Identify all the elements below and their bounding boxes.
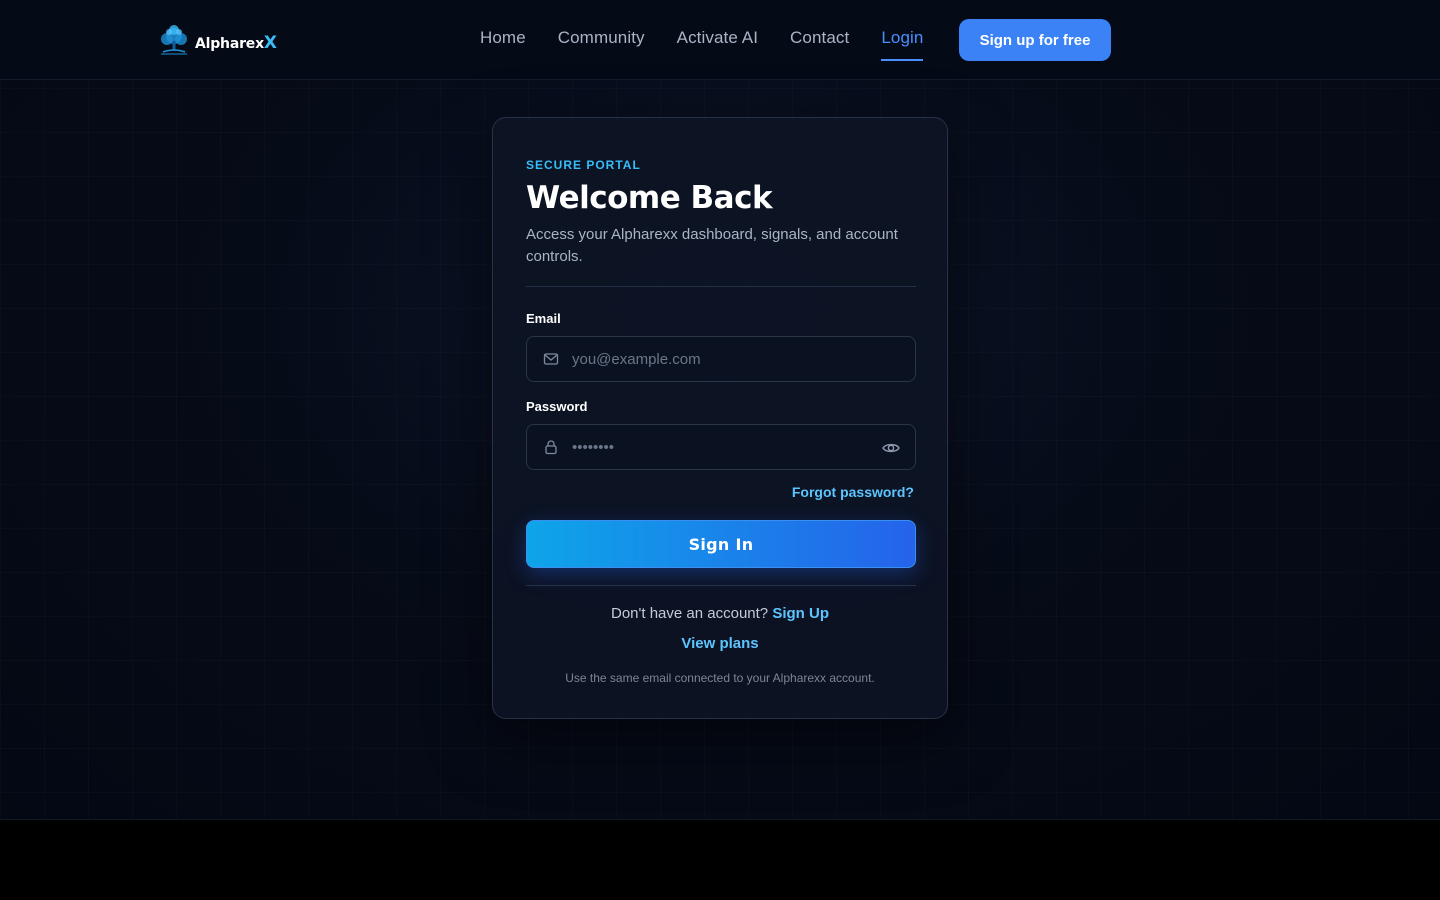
sign-up-link[interactable]: Sign Up <box>772 605 829 622</box>
eye-icon[interactable] <box>881 438 901 458</box>
helper-note: Use the same email connected to your Alp… <box>565 671 875 685</box>
nav-contact[interactable]: Contact <box>790 28 849 61</box>
top-navbar: AlpharexX Home Community Activate AI Con… <box>0 0 1440 80</box>
login-card: SECURE PORTAL Welcome Back Access your A… <box>492 117 948 719</box>
nav-activate-ai[interactable]: Activate AI <box>677 28 758 61</box>
divider <box>526 286 916 287</box>
lock-icon <box>542 438 560 456</box>
divider <box>526 585 916 586</box>
sign-in-button[interactable]: Sign In <box>526 520 916 568</box>
page-subtitle: Access your Alpharexx dashboard, signals… <box>526 226 898 265</box>
page-title: Welcome Back <box>526 180 773 216</box>
nav-login[interactable]: Login <box>881 28 924 61</box>
brand-logo[interactable]: AlpharexX <box>155 20 280 60</box>
no-account-text: Don't have an account? Sign Up <box>611 605 829 622</box>
nav-home[interactable]: Home <box>480 28 526 61</box>
password-input[interactable] <box>572 438 862 456</box>
main-nav: Home Community Activate AI Contact Login <box>480 28 924 61</box>
email-label: Email <box>526 311 561 326</box>
password-field[interactable] <box>526 424 916 470</box>
brand-name: AlpharexX <box>195 33 277 53</box>
password-label: Password <box>526 399 588 414</box>
nav-community[interactable]: Community <box>558 28 645 61</box>
eyebrow-label: SECURE PORTAL <box>526 158 641 172</box>
tree-logo-icon <box>161 25 187 55</box>
mail-icon <box>542 350 560 368</box>
view-plans-link[interactable]: View plans <box>493 635 947 652</box>
signup-button[interactable]: Sign up for free <box>959 19 1111 61</box>
email-input[interactable] <box>572 350 862 368</box>
forgot-password-link[interactable]: Forgot password? <box>792 484 914 500</box>
email-field[interactable] <box>526 336 916 382</box>
